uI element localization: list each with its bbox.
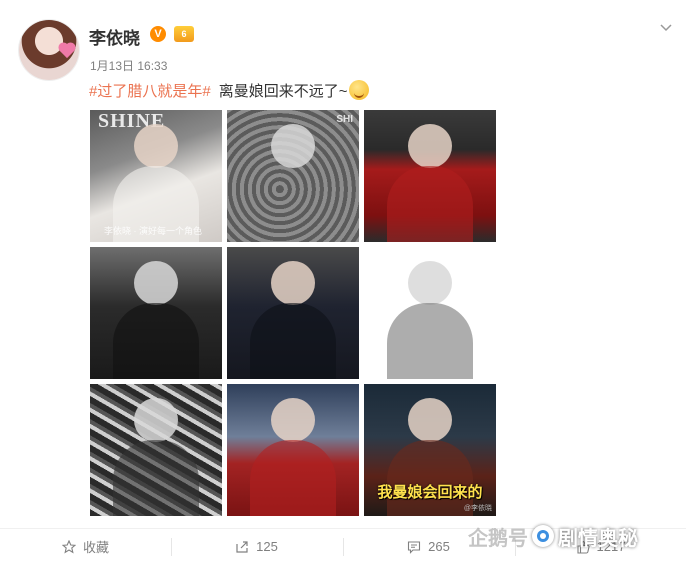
post-body-text: 离曼娘回来不远了~ bbox=[218, 83, 348, 100]
magazine-masthead: SHI bbox=[336, 114, 353, 125]
repost-count: 125 bbox=[256, 539, 278, 554]
avatar[interactable] bbox=[19, 20, 79, 80]
image-grid: SHINE 李依晓 · 演好每一个角色 SHI 我曼娘会回来的 @李依晓 bbox=[90, 110, 496, 516]
portrait-body bbox=[387, 440, 473, 516]
portrait-head bbox=[134, 261, 178, 305]
post-timestamp[interactable]: 1月13日 16:33 bbox=[90, 57, 167, 74]
favorite-button[interactable]: 收藏 bbox=[0, 529, 171, 564]
watermark-brand-text: 剧情奥秘 bbox=[558, 527, 638, 550]
verified-badge-icon[interactable]: V bbox=[150, 26, 166, 42]
username[interactable]: 李依晓 bbox=[89, 24, 140, 49]
photo-thumbnail[interactable]: 我曼娘会回来的 @李依晓 bbox=[364, 384, 496, 516]
share-arrow-icon bbox=[236, 540, 248, 553]
portrait-body bbox=[387, 166, 473, 242]
comment-icon bbox=[408, 540, 421, 554]
photo-thumbnail[interactable]: SHI bbox=[227, 110, 359, 242]
photo-thumbnail[interactable] bbox=[364, 247, 496, 379]
favorite-label: 收藏 bbox=[82, 540, 109, 555]
source-watermark: 企鹅号 剧情奥秘 bbox=[468, 521, 638, 551]
portrait-head bbox=[134, 124, 178, 168]
portrait-body bbox=[250, 303, 336, 379]
hashtag-link[interactable]: #过了腊八就是年# bbox=[89, 83, 211, 100]
photo-thumbnail[interactable] bbox=[227, 384, 359, 516]
portrait-body bbox=[113, 303, 199, 379]
portrait-head bbox=[408, 261, 452, 305]
weibo-post: 李依晓 V 6 1月13日 16:33 #过了腊八就是年# 离曼娘回来不远了~ S… bbox=[0, 0, 686, 564]
portrait-head bbox=[408, 124, 452, 168]
repost-button[interactable]: 125 bbox=[171, 529, 342, 564]
smirk-emoji-icon bbox=[349, 80, 370, 100]
watermark-faint-text: 企鹅号 bbox=[468, 527, 528, 550]
portrait-body bbox=[250, 440, 336, 516]
photo-credit: @李依晓 bbox=[463, 505, 492, 512]
star-icon bbox=[61, 539, 76, 553]
portrait-body bbox=[387, 303, 473, 379]
vip-badge-icon[interactable]: 6 bbox=[174, 26, 194, 42]
photo-thumbnail[interactable]: SHINE 李依晓 · 演好每一个角色 bbox=[90, 110, 222, 242]
portrait-head bbox=[408, 398, 452, 442]
photo-thumbnail[interactable] bbox=[90, 247, 222, 379]
portrait-head bbox=[271, 124, 315, 168]
photo-thumbnail[interactable] bbox=[90, 384, 222, 516]
portrait-body bbox=[113, 440, 199, 516]
chevron-down-icon[interactable] bbox=[658, 22, 674, 34]
portrait-head bbox=[271, 398, 315, 442]
brand-logo-icon bbox=[532, 525, 554, 547]
photo-thumbnail[interactable] bbox=[364, 110, 496, 242]
photo-thumbnail[interactable] bbox=[227, 247, 359, 379]
portrait-head bbox=[134, 398, 178, 442]
comment-count: 265 bbox=[428, 539, 450, 554]
photo-subtitle: 我曼娘会回来的 bbox=[377, 484, 483, 501]
photo-caption: 李依晓 · 演好每一个角色 bbox=[104, 226, 202, 236]
post-text: #过了腊八就是年# 离曼娘回来不远了~ bbox=[89, 80, 370, 101]
heart-icon bbox=[59, 43, 75, 59]
portrait-head bbox=[271, 261, 315, 305]
